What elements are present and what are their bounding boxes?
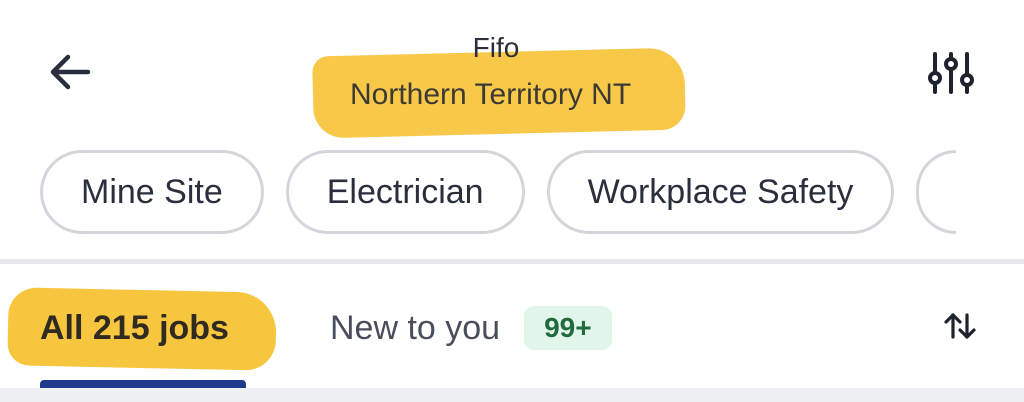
content-background [0,388,1024,402]
arrow-left-icon [48,52,92,97]
job-search-screen: Fifo Northern Territory NT Mine Site Ele… [0,0,1024,402]
chip-partial-next[interactable] [916,150,957,234]
search-location[interactable]: Northern Territory NT [350,78,631,112]
chip-mine-site[interactable]: Mine Site [40,150,264,234]
sort-button[interactable] [930,300,990,356]
search-summary[interactable]: Fifo [312,30,712,66]
chip-workplace-safety[interactable]: Workplace Safety [546,150,895,234]
tab-new-label: New to you [330,308,501,347]
suggestion-chips: Mine Site Electrician Workplace Safety [40,150,957,236]
tab-new-to-you[interactable]: New to you 99+ [330,300,612,356]
search-keyword: Fifo [472,32,520,63]
filter-button[interactable] [918,42,984,108]
new-count-badge: 99+ [524,306,612,350]
active-tab-indicator [40,380,246,388]
section-divider [0,259,1024,264]
sliders-icon [926,50,976,101]
sort-arrows-icon [943,311,977,346]
chip-electrician[interactable]: Electrician [285,150,525,234]
back-button[interactable] [40,44,100,104]
tab-all-jobs[interactable]: All 215 jobs [40,300,229,356]
